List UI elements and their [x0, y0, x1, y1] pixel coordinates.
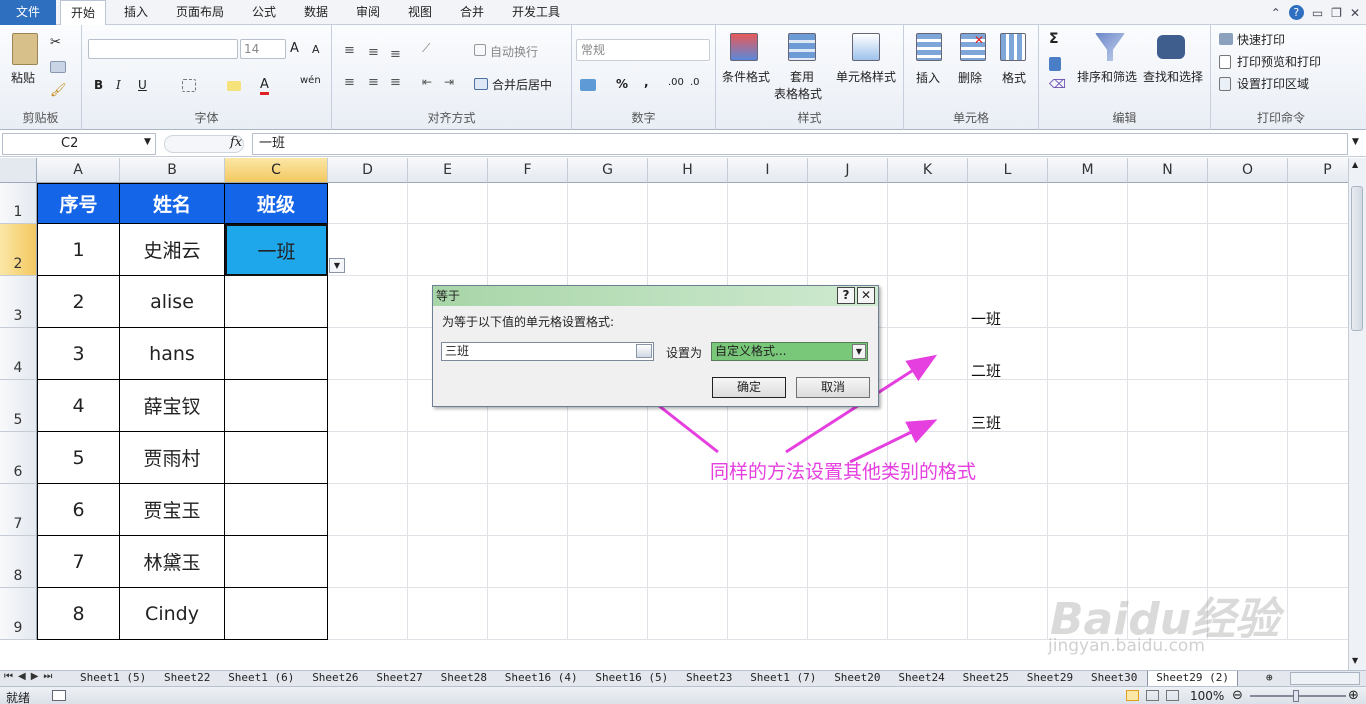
macro-record-icon[interactable]: [52, 690, 66, 701]
horizontal-scroll-controls[interactable]: [1290, 672, 1360, 685]
sheet-tab[interactable]: Sheet26: [304, 671, 366, 686]
zoom-level[interactable]: 100%: [1190, 689, 1224, 703]
status-bar: 就绪 100% ⊖ ⊕: [0, 686, 1366, 704]
page-layout-view-icon[interactable]: [1146, 690, 1159, 701]
annotation-text: 同样的方法设置其他类别的格式: [710, 461, 977, 483]
sheet-tab[interactable]: Sheet24: [890, 671, 952, 686]
dialog-prompt: 为等于以下值的单元格设置格式:: [442, 315, 615, 329]
normal-view-icon[interactable]: [1126, 690, 1139, 701]
sheet-tab[interactable]: Sheet29 (2): [1147, 671, 1239, 686]
sheet-tab[interactable]: Sheet16 (4): [497, 671, 586, 686]
sheet-tab[interactable]: Sheet1 (7): [742, 671, 824, 686]
insert-sheet-icon[interactable]: ⊕: [1266, 671, 1273, 686]
sheet-tab[interactable]: Sheet25: [955, 671, 1017, 686]
sheet-tab[interactable]: Sheet1 (6): [220, 671, 302, 686]
equal-to-dialog: 等于 ? ✕ 为等于以下值的单元格设置格式: 三班 设置为 自定义格式... ▼…: [432, 285, 879, 407]
set-as-label: 设置为: [666, 346, 703, 360]
sheet-tab[interactable]: Sheet30: [1083, 671, 1145, 686]
format-select[interactable]: 自定义格式...: [711, 342, 868, 361]
zoom-in-icon[interactable]: ⊕: [1348, 688, 1359, 703]
sheet-nav-icons[interactable]: ⏮◀▶⏭: [4, 671, 57, 682]
page-break-view-icon[interactable]: [1166, 690, 1179, 701]
ok-button[interactable]: 确定: [712, 377, 786, 398]
value-input[interactable]: 三班: [441, 342, 654, 361]
dialog-help-button[interactable]: ?: [837, 287, 855, 304]
sheet-tab[interactable]: Sheet29: [1019, 671, 1081, 686]
dialog-title: 等于: [433, 286, 878, 306]
sheet-tab[interactable]: Sheet27: [368, 671, 430, 686]
zoom-slider-thumb[interactable]: [1293, 690, 1299, 702]
sheet-tab[interactable]: Sheet23: [678, 671, 740, 686]
watermark-url: jingyan.baidu.com: [1048, 636, 1205, 656]
arrow-to-sanban: [849, 419, 938, 464]
dialog-close-button[interactable]: ✕: [857, 287, 875, 304]
sheet-tab[interactable]: Sheet22: [156, 671, 218, 686]
sheet-tab[interactable]: Sheet28: [433, 671, 495, 686]
zoom-out-icon[interactable]: ⊖: [1232, 688, 1243, 703]
status-ready: 就绪: [6, 691, 31, 704]
range-picker-icon[interactable]: [636, 344, 652, 358]
sheet-tab-bar: ⏮◀▶⏭ Sheet1 (5) Sheet22 Sheet1 (6) Sheet26 S…: [0, 670, 1366, 686]
sheet-tab[interactable]: Sheet1 (5): [72, 671, 154, 686]
cancel-button[interactable]: 取消: [796, 377, 870, 398]
sheet-tab[interactable]: Sheet20: [826, 671, 888, 686]
sheet-tab[interactable]: Sheet16 (5): [587, 671, 676, 686]
format-select-dropdown-icon[interactable]: ▼: [852, 344, 866, 359]
